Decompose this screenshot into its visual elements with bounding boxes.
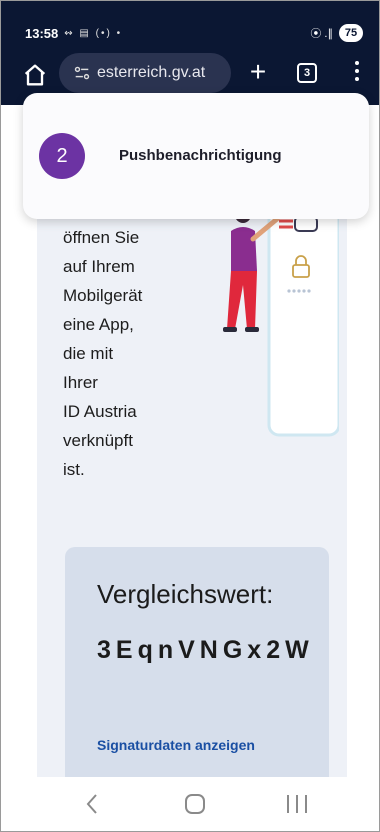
comparison-card: Vergleichswert: 3EqnVNGx2W Signaturdaten… (65, 547, 329, 807)
signal-icon: ⦿ .∥ (310, 28, 333, 40)
status-time: 13:58 (25, 25, 59, 41)
notification-icons: ↭ ▤ (•) • (64, 27, 123, 39)
home-icon[interactable] (21, 61, 49, 89)
show-signature-data-link[interactable]: Signaturdaten anzeigen (97, 737, 255, 753)
instruction-line: Mobilgerät (63, 286, 143, 305)
instruction-line: öffnen Sie (63, 228, 140, 247)
url-bar[interactable]: esterreich.gv.at (59, 53, 231, 93)
instruction-text: öffnen Sie auf Ihrem Mobilgerät eine App… (63, 223, 183, 484)
instruction-line: ID Austria (63, 402, 137, 421)
home-nav-icon[interactable] (185, 794, 205, 814)
comparison-label: Vergleichswert: (97, 579, 274, 609)
phone-screen: 13:58 ↭ ▤ (•) • ⦿ .∥ 75 esterreich.gv.at (0, 0, 380, 832)
status-bar: 13:58 ↭ ▤ (•) • ⦿ .∥ 75 (25, 23, 363, 43)
instruction-line: ist. (63, 460, 85, 479)
android-nav-bar (1, 777, 379, 831)
instruction-line: verknüpft (63, 431, 133, 450)
phone-user-illustration (223, 205, 339, 437)
battery-icon: 75 (339, 24, 363, 42)
new-tab-icon[interactable]: + (241, 55, 275, 89)
comparison-value: 3EqnVNGx2W (97, 636, 314, 664)
back-icon[interactable] (85, 793, 99, 815)
instruction-line: auf Ihrem (63, 257, 135, 276)
instruction-line: Ihrer (63, 373, 98, 392)
recents-icon[interactable] (287, 795, 307, 813)
instruction-line: die mit (63, 344, 114, 363)
tab-switcher-icon[interactable]: 3 (297, 63, 317, 83)
step-number-badge: 2 (39, 133, 85, 179)
site-settings-icon[interactable] (73, 64, 91, 82)
step-label: Pushbenachrichtigung (119, 147, 282, 164)
browser-toolbar: esterreich.gv.at + 3 (1, 51, 379, 99)
instruction-line: eine App, (63, 315, 134, 334)
overflow-menu-icon[interactable] (345, 57, 369, 89)
top-bar: 13:58 ↭ ▤ (•) • ⦿ .∥ 75 esterreich.gv.at (1, 1, 379, 105)
status-right: ⦿ .∥ 75 (310, 24, 363, 42)
step-dropdown[interactable]: 2 Pushbenachrichtigung (23, 93, 369, 219)
url-text[interactable]: esterreich.gv.at (97, 64, 205, 82)
